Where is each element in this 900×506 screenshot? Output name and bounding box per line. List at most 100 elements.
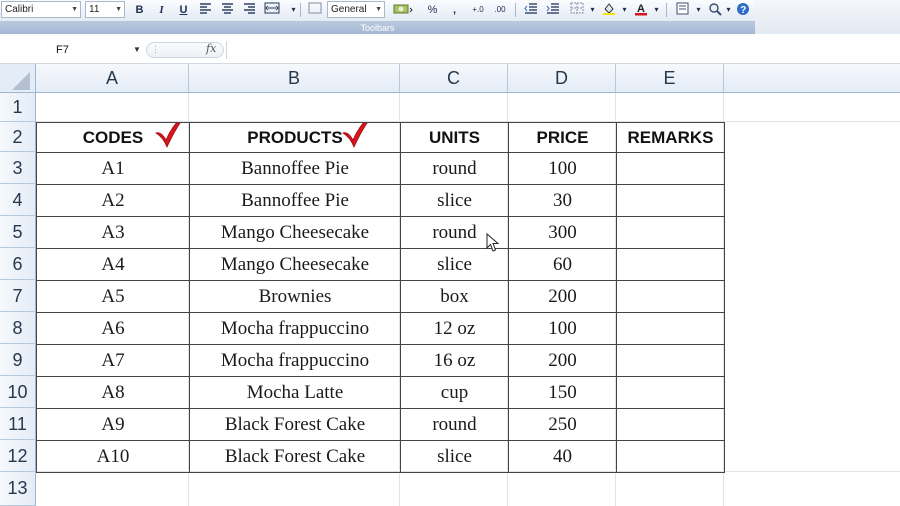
- cell-price[interactable]: 30: [508, 184, 617, 217]
- number-format-select[interactable]: General ▼: [327, 1, 385, 18]
- cell-unit[interactable]: 12 oz: [400, 312, 509, 345]
- header-remarks[interactable]: REMARKS: [616, 122, 725, 153]
- row-header-9[interactable]: 9: [0, 344, 36, 376]
- row-header-11[interactable]: 11: [0, 408, 36, 440]
- italic-button[interactable]: I: [153, 2, 170, 18]
- cell-product[interactable]: Mango Cheesecake: [189, 248, 401, 281]
- cell-unit[interactable]: slice: [400, 184, 509, 217]
- insert-function-button[interactable]: fx: [206, 42, 216, 55]
- cell-remarks[interactable]: [616, 152, 725, 185]
- cell-unit[interactable]: 16 oz: [400, 344, 509, 377]
- row-header-5[interactable]: 5: [0, 216, 36, 248]
- header-products[interactable]: PRODUCTS: [189, 122, 401, 153]
- cell-remarks[interactable]: [616, 216, 725, 249]
- cell-unit[interactable]: slice: [400, 248, 509, 281]
- handle-icon[interactable]: ⋮: [151, 44, 160, 55]
- bold-button[interactable]: B: [131, 2, 148, 18]
- cell-code[interactable]: A8: [36, 376, 190, 409]
- cell-remarks[interactable]: [616, 248, 725, 281]
- cell-unit[interactable]: cup: [400, 376, 509, 409]
- cell-product[interactable]: Bannoffee Pie: [189, 184, 401, 217]
- select-all-button[interactable]: [0, 64, 36, 93]
- header-price[interactable]: PRICE: [508, 122, 617, 153]
- cell-code[interactable]: A5: [36, 280, 190, 313]
- cell-price[interactable]: 250: [508, 408, 617, 441]
- row-header-10[interactable]: 10: [0, 376, 36, 408]
- cell-product[interactable]: Mocha frappuccino: [189, 344, 401, 377]
- cell-code[interactable]: A1: [36, 152, 190, 185]
- decrease-decimal-button[interactable]: .00: [490, 2, 510, 18]
- cell-product[interactable]: Black Forest Cake: [189, 440, 401, 473]
- cell-unit[interactable]: box: [400, 280, 509, 313]
- font-color-icon[interactable]: A: [632, 2, 649, 18]
- cell-remarks[interactable]: [616, 280, 725, 313]
- row-header-3[interactable]: 3: [0, 152, 36, 184]
- cell-remarks[interactable]: [616, 344, 725, 377]
- cell-code[interactable]: A7: [36, 344, 190, 377]
- header-units[interactable]: UNITS: [400, 122, 509, 153]
- print-preview-icon[interactable]: [674, 2, 691, 18]
- column-header-d[interactable]: D: [508, 64, 616, 93]
- column-header-f[interactable]: [724, 64, 900, 93]
- row-header-7[interactable]: 7: [0, 280, 36, 312]
- cell-code[interactable]: A9: [36, 408, 190, 441]
- borders-icon[interactable]: [568, 2, 585, 18]
- cell-code[interactable]: A4: [36, 248, 190, 281]
- cell-product[interactable]: Black Forest Cake: [189, 408, 401, 441]
- font-name-select[interactable]: Calibri ▼: [1, 1, 81, 18]
- cell-price[interactable]: 100: [508, 312, 617, 345]
- row-header-1[interactable]: 1: [0, 93, 36, 122]
- currency-icon[interactable]: [392, 2, 414, 18]
- cell-remarks[interactable]: [616, 440, 725, 473]
- cell-unit[interactable]: slice: [400, 440, 509, 473]
- row-header-13[interactable]: 13: [0, 472, 36, 506]
- font-color-dropdown-icon[interactable]: ▾: [648, 2, 665, 18]
- cell-price[interactable]: 300: [508, 216, 617, 249]
- cell-unit[interactable]: round: [400, 152, 509, 185]
- chevron-down-icon[interactable]: ▼: [133, 45, 141, 54]
- header-codes[interactable]: CODES: [36, 122, 190, 153]
- cell-price[interactable]: 200: [508, 344, 617, 377]
- cell-product[interactable]: Mocha Latte: [189, 376, 401, 409]
- help-icon[interactable]: ?: [734, 2, 751, 18]
- percent-button[interactable]: %: [424, 2, 441, 18]
- cell-price[interactable]: 40: [508, 440, 617, 473]
- cell-price[interactable]: 150: [508, 376, 617, 409]
- comma-button[interactable]: ,: [446, 2, 463, 18]
- align-center-icon[interactable]: [219, 2, 236, 18]
- wrap-icon[interactable]: [306, 2, 323, 18]
- increase-indent-icon[interactable]: [544, 2, 561, 18]
- row-header-4[interactable]: 4: [0, 184, 36, 216]
- column-header-c[interactable]: C: [400, 64, 508, 93]
- column-header-e[interactable]: E: [616, 64, 724, 93]
- font-size-select[interactable]: 11 ▼: [85, 1, 125, 18]
- cell-price[interactable]: 100: [508, 152, 617, 185]
- cell-product[interactable]: Brownies: [189, 280, 401, 313]
- column-header-b[interactable]: B: [189, 64, 400, 93]
- cell-unit[interactable]: round: [400, 408, 509, 441]
- increase-decimal-button[interactable]: +.0: [468, 2, 488, 18]
- row-header-6[interactable]: 6: [0, 248, 36, 280]
- cell-code[interactable]: A10: [36, 440, 190, 473]
- borders-dropdown-icon[interactable]: ▾: [584, 2, 601, 18]
- underline-button[interactable]: U: [175, 2, 192, 18]
- cell-code[interactable]: A2: [36, 184, 190, 217]
- cell-code[interactable]: A6: [36, 312, 190, 345]
- merge-icon[interactable]: [263, 2, 280, 18]
- align-left-icon[interactable]: [197, 2, 214, 18]
- cell-code[interactable]: A3: [36, 216, 190, 249]
- cell-remarks[interactable]: [616, 408, 725, 441]
- fill-dropdown-icon[interactable]: ▾: [616, 2, 633, 18]
- cell-remarks[interactable]: [616, 376, 725, 409]
- column-header-a[interactable]: A: [36, 64, 189, 93]
- fill-color-icon[interactable]: [600, 2, 617, 18]
- row-header-12[interactable]: 12: [0, 440, 36, 472]
- decrease-indent-icon[interactable]: [522, 2, 539, 18]
- cell-product[interactable]: Mocha frappuccino: [189, 312, 401, 345]
- print-dropdown-icon[interactable]: ▾: [690, 2, 707, 18]
- cell-price[interactable]: 60: [508, 248, 617, 281]
- cell-remarks[interactable]: [616, 312, 725, 345]
- cell-price[interactable]: 200: [508, 280, 617, 313]
- formula-input[interactable]: [226, 41, 900, 59]
- cell-product[interactable]: Mango Cheesecake: [189, 216, 401, 249]
